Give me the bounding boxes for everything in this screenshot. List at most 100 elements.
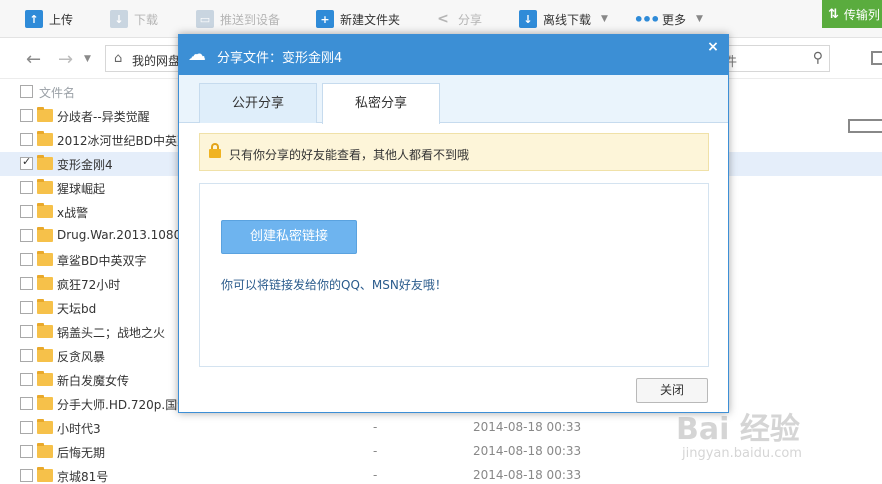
download-label: 下载	[134, 12, 159, 27]
private-share-panel: 创建私密链接 你可以将链接发给你的QQ、MSN好友哦！	[199, 183, 709, 367]
row-checkbox[interactable]	[20, 397, 33, 410]
folder-icon	[37, 251, 53, 266]
dialog-title: 分享文件：变形金刚4	[217, 51, 343, 66]
file-name[interactable]: 章鲨BD中英双字	[57, 252, 146, 269]
file-name[interactable]: 锅盖头二；战地之火	[57, 324, 165, 341]
file-size: -	[373, 444, 378, 458]
file-name[interactable]: 2012冰河世纪BD中英双	[57, 132, 189, 149]
share-button[interactable]: < 分享	[434, 0, 482, 38]
column-filename[interactable]: 文件名	[39, 84, 75, 101]
folder-icon	[37, 443, 53, 458]
grid-view-icon[interactable]	[871, 51, 882, 65]
notice-text: 只有你分享的好友能查看，其他人都看不到哦	[229, 148, 470, 162]
row-checkbox[interactable]	[20, 133, 33, 146]
more-button[interactable]: ••• 更多 ▼	[633, 0, 703, 38]
folder-icon	[37, 419, 53, 434]
file-date: 2014-08-18 00:33	[473, 420, 582, 434]
folder-icon	[37, 203, 53, 218]
history-dropdown-icon[interactable]: ▼	[84, 54, 91, 64]
new-folder-button[interactable]: + 新建文件夹	[316, 0, 400, 38]
more-label: 更多	[662, 12, 687, 27]
chevron-down-icon: ▼	[696, 14, 703, 24]
home-icon[interactable]: ⌂	[114, 51, 122, 66]
folder-icon	[37, 323, 53, 338]
cloud-share-icon: ☁	[188, 44, 206, 65]
select-all-checkbox[interactable]	[20, 85, 33, 98]
upload-button[interactable]: ↑ 上传	[25, 0, 73, 38]
push-to-device-button[interactable]: ▭ 推送到设备	[196, 0, 280, 38]
row-checkbox[interactable]	[20, 373, 33, 386]
file-name[interactable]: 猩球崛起	[57, 180, 105, 197]
folder-icon	[37, 395, 53, 410]
watermark-logo: Bai 经验	[676, 412, 800, 447]
file-name[interactable]: 后悔无期	[57, 444, 105, 461]
offline-download-icon: ↓	[519, 10, 537, 28]
folder-icon	[37, 371, 53, 386]
file-name[interactable]: 新白发魔女传	[57, 372, 129, 389]
share-hint-text: 你可以将链接发给你的QQ、MSN好友哦！	[221, 278, 447, 292]
file-name[interactable]: x战警	[57, 204, 88, 221]
file-name[interactable]: 小时代3	[57, 420, 101, 437]
file-name[interactable]: 分歧者--异类觉醒	[57, 108, 150, 125]
upload-icon: ↑	[25, 10, 43, 28]
toolbar: ↑ 上传 ↓ 下载 ▭ 推送到设备 + 新建文件夹 < 分享 ↓ 离线下载 ▼ …	[0, 0, 882, 38]
file-name[interactable]: 变形金刚4	[57, 156, 113, 173]
device-icon: ▭	[196, 10, 214, 28]
file-name[interactable]: 疯狂72小时	[57, 276, 120, 293]
file-size: -	[373, 468, 378, 482]
row-checkbox[interactable]	[20, 469, 33, 482]
transfer-list-button[interactable]: ⇅ 传输列	[822, 0, 882, 28]
file-name[interactable]: 天坛bd	[57, 300, 96, 317]
folder-icon	[37, 299, 53, 314]
row-checkbox[interactable]	[20, 181, 33, 194]
push-to-device-label: 推送到设备	[220, 12, 281, 27]
watermark-url: jingyan.baidu.com	[682, 446, 802, 461]
row-checkbox[interactable]	[20, 253, 33, 266]
row-checkbox[interactable]	[20, 109, 33, 122]
more-dots-icon: •••	[633, 9, 661, 29]
download-icon: ↓	[110, 10, 128, 28]
share-icon: <	[437, 11, 449, 27]
new-folder-icon: +	[316, 10, 334, 28]
app-window: ↑ 上传 ↓ 下载 ▭ 推送到设备 + 新建文件夹 < 分享 ↓ 离线下载 ▼ …	[0, 0, 882, 484]
private-share-notice: 只有你分享的好友能查看，其他人都看不到哦	[199, 133, 709, 171]
row-checkbox[interactable]	[20, 349, 33, 362]
file-name[interactable]: 反贪风暴	[57, 348, 105, 365]
share-tabs: 公开分享 私密分享	[179, 75, 728, 124]
folder-icon	[37, 347, 53, 362]
transfer-list-label: 传输列	[843, 7, 880, 22]
row-checkbox[interactable]	[20, 301, 33, 314]
row-checkbox[interactable]	[20, 205, 33, 218]
baidu-jingyan-watermark: Bai 经验 jingyan.baidu.com	[676, 398, 876, 478]
folder-icon	[37, 275, 53, 290]
file-name[interactable]: 京城81号	[57, 468, 108, 484]
breadcrumb[interactable]: 我的网盘	[132, 52, 180, 69]
search-icon[interactable]: ⚲	[813, 50, 823, 66]
tab-private-share[interactable]: 私密分享	[322, 83, 440, 124]
row-checkbox[interactable]	[20, 325, 33, 338]
file-name[interactable]: 分手大师.HD.720p.国语	[57, 396, 189, 413]
folder-icon	[37, 131, 53, 146]
row-checkbox[interactable]	[20, 277, 33, 290]
folder-icon	[37, 155, 53, 170]
file-name[interactable]: Drug.War.2013.1080p	[57, 228, 189, 242]
download-button[interactable]: ↓ 下载	[110, 0, 158, 38]
folder-icon	[37, 467, 53, 482]
back-arrow-icon[interactable]: ←	[26, 49, 41, 70]
row-checkbox[interactable]	[20, 421, 33, 434]
offline-download-label: 离线下载	[543, 12, 592, 27]
folder-icon	[37, 107, 53, 122]
tab-public-share[interactable]: 公开分享	[199, 83, 317, 123]
forward-arrow-icon[interactable]: →	[58, 49, 73, 70]
transfer-icon: ⇅	[828, 6, 839, 22]
row-checkbox[interactable]	[20, 229, 33, 242]
offline-download-button[interactable]: ↓ 离线下载 ▼	[519, 0, 608, 38]
chevron-down-icon: ▼	[601, 14, 608, 24]
upload-label: 上传	[49, 12, 74, 27]
row-checkbox[interactable]	[20, 155, 33, 170]
row-checkbox[interactable]	[20, 445, 33, 458]
new-folder-label: 新建文件夹	[340, 12, 401, 27]
lock-icon	[209, 143, 221, 158]
create-private-link-button[interactable]: 创建私密链接	[221, 220, 357, 254]
close-icon[interactable]: ×	[701, 38, 725, 56]
